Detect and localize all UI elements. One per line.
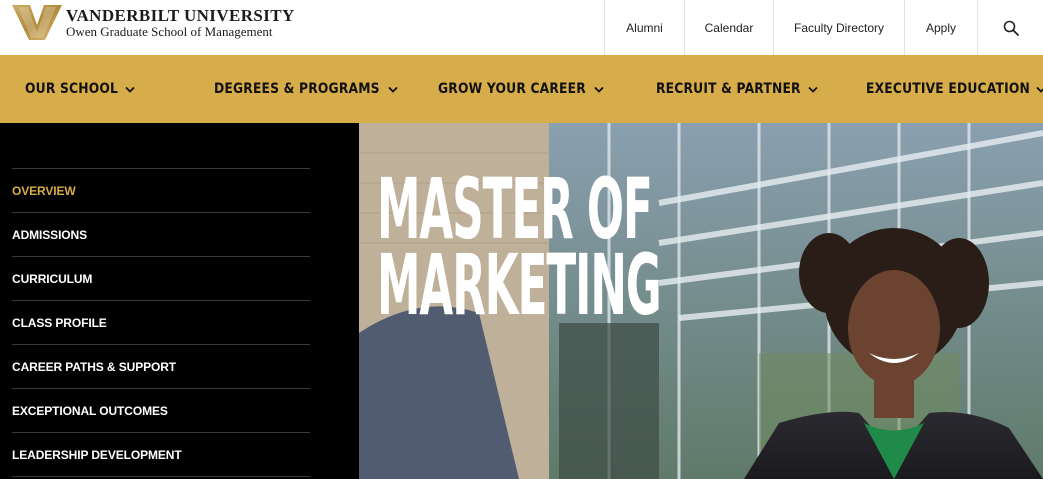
- sidebar-item-admissions[interactable]: Admissions: [12, 213, 310, 257]
- chevron-down-icon: [808, 86, 819, 93]
- chevron-down-icon: [1036, 86, 1043, 93]
- sidebar-item-label: Admissions: [12, 227, 88, 242]
- chevron-down-icon: [594, 86, 604, 93]
- search-button[interactable]: [977, 0, 1043, 55]
- hero-title: Master of Marketing: [377, 167, 662, 334]
- sidebar-item-label: Overview: [12, 183, 76, 198]
- sidebar-item-overview[interactable]: Overview: [12, 169, 310, 213]
- sidebar-menu: Overview Admissions Curriculum Class Pro…: [12, 168, 310, 477]
- nav-our-school[interactable]: Our School: [25, 55, 135, 123]
- nav-label: Our School: [25, 81, 119, 97]
- program-sidebar: Overview Admissions Curriculum Class Pro…: [0, 123, 359, 479]
- vanderbilt-logo[interactable]: VANDERBILT UNIVERSITY Owen Graduate Scho…: [12, 5, 295, 40]
- utility-link-calendar[interactable]: Calendar: [684, 0, 773, 55]
- nav-grow-your-career[interactable]: Grow Your Career: [438, 55, 604, 123]
- search-icon: [1003, 20, 1019, 36]
- nav-label: Grow Your Career: [438, 81, 586, 97]
- nav-label: Executive Education: [866, 81, 1030, 97]
- nav-label: Recruit & Partner: [656, 81, 801, 97]
- site-header: VANDERBILT UNIVERSITY Owen Graduate Scho…: [0, 0, 1043, 55]
- sidebar-item-exceptional-outcomes[interactable]: Exceptional Outcomes: [12, 389, 310, 433]
- utility-link-apply[interactable]: Apply: [904, 0, 977, 55]
- sidebar-item-leadership-development[interactable]: Leadership Development: [12, 433, 310, 477]
- sidebar-item-class-profile[interactable]: Class Profile: [12, 301, 310, 345]
- nav-recruit-partner[interactable]: Recruit & Partner: [656, 55, 819, 123]
- chevron-down-icon: [125, 86, 135, 93]
- utility-link-alumni[interactable]: Alumni: [604, 0, 684, 55]
- utility-link-faculty-directory[interactable]: Faculty Directory: [773, 0, 904, 55]
- hero-title-line-2: Marketing: [377, 236, 662, 334]
- sidebar-item-career-paths[interactable]: Career Paths & Support: [12, 345, 310, 389]
- sidebar-item-label: Class Profile: [12, 315, 107, 330]
- sidebar-item-label: Exceptional Outcomes: [12, 403, 168, 418]
- nav-degrees-programs[interactable]: Degrees & Programs: [214, 55, 398, 123]
- nav-label: Degrees & Programs: [214, 81, 380, 97]
- sidebar-item-label: Leadership Development: [12, 447, 182, 462]
- hero-banner: Master of Marketing: [359, 123, 1043, 479]
- sidebar-item-curriculum[interactable]: Curriculum: [12, 257, 310, 301]
- university-name: VANDERBILT UNIVERSITY: [66, 6, 295, 25]
- school-name: Owen Graduate School of Management: [66, 24, 273, 39]
- sidebar-item-label: Curriculum: [12, 271, 93, 286]
- nav-executive-education[interactable]: Executive Education: [866, 55, 1043, 123]
- vanderbilt-v-logo-icon: [12, 5, 62, 40]
- chevron-down-icon: [388, 86, 398, 93]
- sidebar-item-label: Career Paths & Support: [12, 359, 177, 374]
- utility-nav: Alumni Calendar Faculty Directory Apply: [604, 0, 1043, 55]
- main-nav: Our School Degrees & Programs Grow Your …: [0, 55, 1043, 123]
